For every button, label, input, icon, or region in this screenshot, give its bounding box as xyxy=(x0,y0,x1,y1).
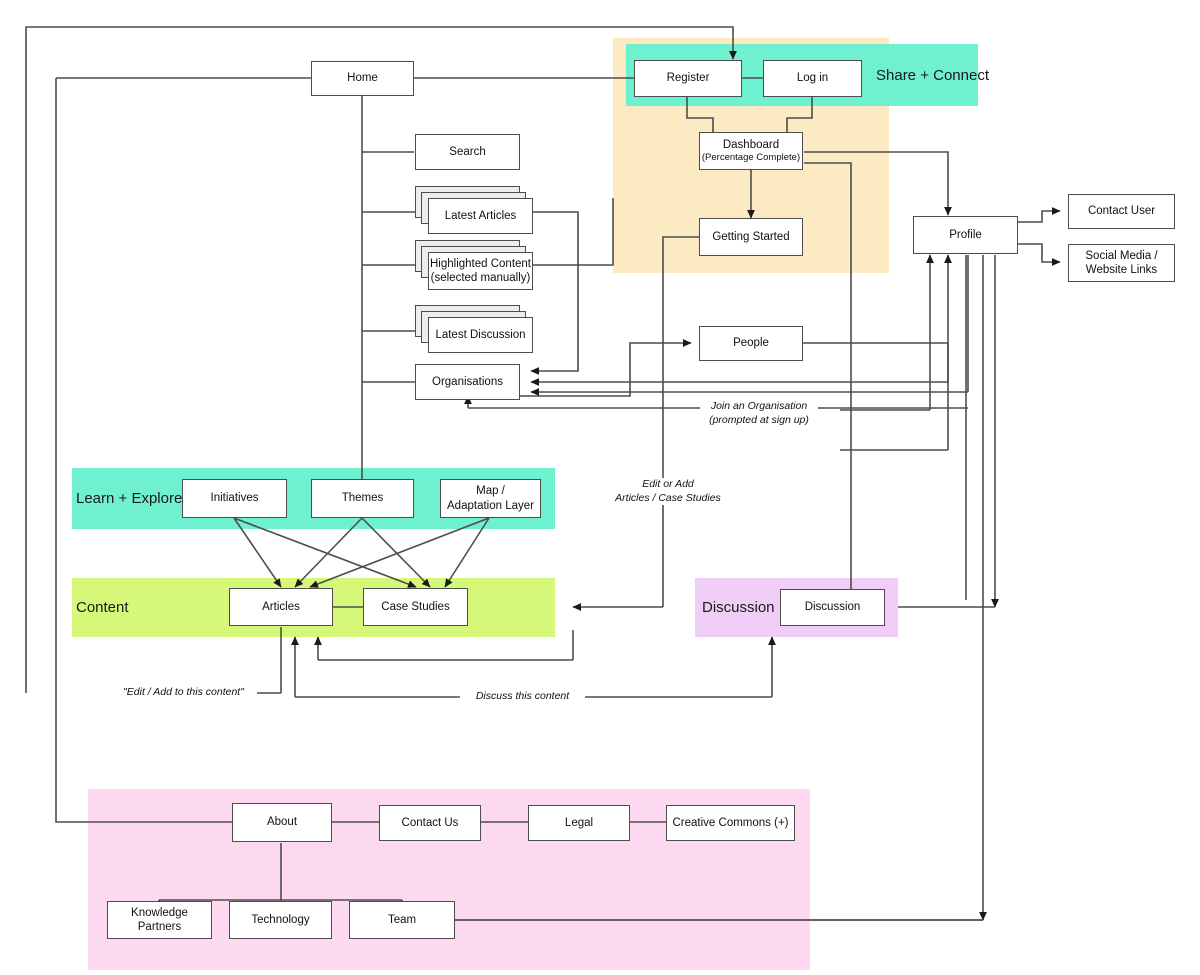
band-label-content: Content xyxy=(76,599,129,616)
node-case-studies[interactable]: Case Studies xyxy=(363,588,468,626)
node-people[interactable]: People xyxy=(699,326,803,361)
node-contact-user[interactable]: Contact User xyxy=(1068,194,1175,229)
node-social-website-links[interactable]: Social Media / Website Links xyxy=(1068,244,1175,282)
node-home[interactable]: Home xyxy=(311,61,414,96)
node-highlighted-content-line1: Highlighted Content xyxy=(429,257,531,270)
edge-label-edit-or-add-line2: Articles / Case Studies xyxy=(615,491,721,504)
node-organisations[interactable]: Organisations xyxy=(415,364,520,400)
edge-label-join-organisation: Join an Organisation (prompted at sign u… xyxy=(700,400,818,428)
node-latest-articles[interactable]: Latest Articles xyxy=(428,198,533,234)
band-label-share-connect: Share + Connect xyxy=(876,67,989,84)
node-social-links-line2: Website Links xyxy=(1085,264,1158,276)
node-creative-commons[interactable]: Creative Commons (+) xyxy=(666,805,795,841)
node-team[interactable]: Team xyxy=(349,901,455,939)
node-search[interactable]: Search xyxy=(415,134,520,170)
node-map-line1: Map / xyxy=(476,485,505,498)
band-label-discussion: Discussion xyxy=(702,599,775,616)
node-dashboard-subtitle: (Percentage Complete) xyxy=(701,152,801,164)
edge-label-join-org-line1: Join an Organisation xyxy=(710,400,808,412)
node-getting-started[interactable]: Getting Started xyxy=(699,218,803,256)
node-map-line2: Adaptation Layer xyxy=(447,499,534,512)
node-discussion[interactable]: Discussion xyxy=(780,589,885,626)
node-login[interactable]: Log in xyxy=(763,60,862,97)
node-articles[interactable]: Articles xyxy=(229,588,333,626)
node-dashboard-title: Dashboard xyxy=(722,138,780,151)
node-highlighted-content-line2: (selected manually) xyxy=(430,272,531,284)
edge-label-edit-or-add: Edit or Add Articles / Case Studies xyxy=(600,478,736,506)
edge-label-discuss-content: Discuss this content xyxy=(460,690,585,704)
node-map-adaptation-layer[interactable]: Map / Adaptation Layer xyxy=(440,479,541,518)
edge-label-join-org-line2: (prompted at sign up) xyxy=(709,413,809,426)
sitemap-diagram: Share + Connect Learn + Explore Content … xyxy=(0,0,1200,975)
node-dashboard[interactable]: Dashboard (Percentage Complete) xyxy=(699,132,803,170)
node-knowledge-partners[interactable]: Knowledge Partners xyxy=(107,901,212,939)
node-latest-articles-stack[interactable]: Latest Articles xyxy=(415,186,533,234)
node-technology[interactable]: Technology xyxy=(229,901,332,939)
band-label-learn-explore: Learn + Explore xyxy=(76,490,183,507)
node-initiatives[interactable]: Initiatives xyxy=(182,479,287,518)
node-contact-us[interactable]: Contact Us xyxy=(379,805,481,841)
node-latest-discussion[interactable]: Latest Discussion xyxy=(428,317,533,353)
edge-label-edit-add-content: "Edit / Add to this content" xyxy=(110,686,257,700)
node-social-links-line1: Social Media / xyxy=(1085,249,1158,262)
node-latest-discussion-stack[interactable]: Latest Discussion xyxy=(415,305,533,353)
node-profile[interactable]: Profile xyxy=(913,216,1018,254)
node-knowledge-line2: Partners xyxy=(137,921,182,933)
edge-label-edit-or-add-line1: Edit or Add xyxy=(642,478,694,490)
node-register[interactable]: Register xyxy=(634,60,742,97)
node-themes[interactable]: Themes xyxy=(311,479,414,518)
node-about[interactable]: About xyxy=(232,803,332,842)
node-legal[interactable]: Legal xyxy=(528,805,630,841)
node-knowledge-line1: Knowledge xyxy=(131,906,188,919)
node-highlighted-content[interactable]: Highlighted Content (selected manually) xyxy=(428,252,533,290)
node-highlighted-content-stack[interactable]: Highlighted Content (selected manually) xyxy=(415,240,533,290)
